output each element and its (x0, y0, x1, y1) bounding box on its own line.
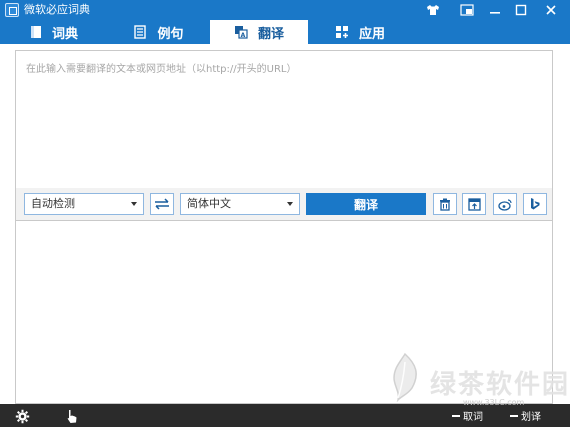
tab-examples[interactable]: 例句 (108, 20, 210, 44)
toggle-off-icon (452, 414, 460, 417)
svg-text:A: A (241, 32, 246, 39)
selection-translate-toggle[interactable]: 划译 (510, 408, 541, 423)
tab-label: 应用 (358, 26, 385, 42)
tab-label: 例句 (157, 26, 184, 42)
maximize-icon[interactable] (506, 0, 536, 20)
book-icon (30, 25, 42, 39)
watermark-logo (393, 352, 417, 402)
tab-bar: 词典 例句 A 翻译 应用 (0, 20, 570, 44)
input-placeholder: 在此输入需要翻译的文本或网页地址（以http://开头的URL） (26, 64, 297, 75)
word-capture-toggle[interactable]: 取词 (452, 408, 483, 423)
source-language-select[interactable]: 自动检测 (24, 193, 144, 215)
tab-translate[interactable]: A 翻译 (210, 20, 308, 44)
app-logo-icon (5, 3, 19, 17)
mini-mode-icon[interactable] (452, 0, 482, 20)
source-text-input[interactable]: 在此输入需要翻译的文本或网页地址（以http://开头的URL） (15, 50, 553, 190)
apps-icon (335, 25, 349, 39)
trash-icon (440, 198, 450, 211)
bing-icon (531, 198, 540, 210)
skin-icon[interactable] (418, 0, 448, 20)
watermark-url: www.33LC.com (463, 398, 525, 407)
settings-gear-icon[interactable] (14, 408, 30, 424)
target-language-value: 简体中文 (187, 197, 231, 210)
target-language-select[interactable]: 简体中文 (180, 193, 300, 215)
translate-icon: A (234, 25, 248, 39)
weibo-icon (497, 198, 512, 211)
word-capture-label: 取词 (463, 412, 483, 423)
toggle-off-icon (510, 414, 518, 417)
watermark-text: 绿茶软件园 (430, 370, 570, 400)
share-weibo-button[interactable] (493, 193, 517, 215)
tab-label: 词典 (51, 26, 78, 42)
clear-button[interactable] (433, 193, 457, 215)
source-language-value: 自动检测 (31, 197, 75, 210)
title-bar: 微软必应词典 (0, 0, 570, 20)
translate-button[interactable]: 翻译 (306, 193, 426, 215)
export-icon (467, 197, 481, 211)
selection-translate-label: 划译 (521, 412, 541, 423)
chevron-down-icon (131, 202, 137, 206)
document-icon (134, 25, 147, 39)
cursor-hand-icon[interactable] (64, 408, 80, 424)
translate-toolbar: 自动检测 简体中文 翻译 (15, 188, 553, 220)
swap-languages-button[interactable] (150, 193, 174, 215)
close-icon[interactable] (536, 0, 566, 20)
tab-dictionary[interactable]: 词典 (0, 20, 108, 44)
window-title: 微软必应词典 (24, 3, 90, 16)
chevron-down-icon (287, 202, 293, 206)
translate-panel: 在此输入需要翻译的文本或网页地址（以http://开头的URL） 自动检测 简体… (0, 44, 570, 404)
export-button[interactable] (462, 193, 486, 215)
bing-button[interactable] (523, 193, 547, 215)
swap-arrows-icon (155, 198, 169, 210)
status-bar: 取词 划译 (0, 404, 570, 427)
tab-label: 翻译 (257, 26, 284, 42)
tab-apps[interactable]: 应用 (308, 20, 412, 44)
